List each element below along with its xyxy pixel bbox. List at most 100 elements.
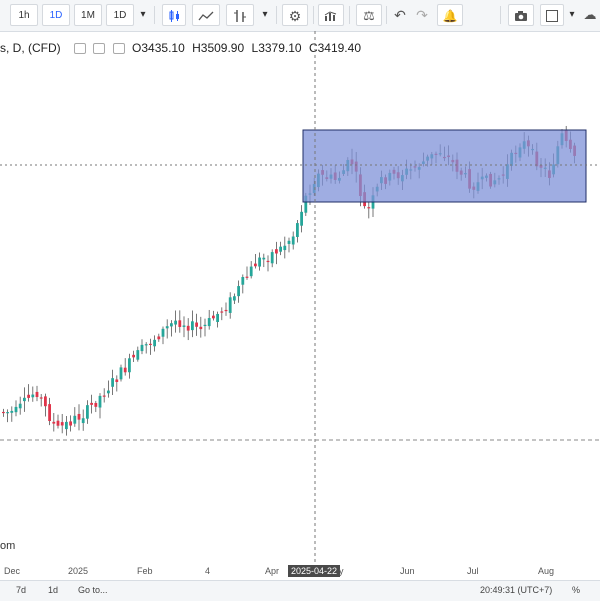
- candle-body: [2, 411, 5, 414]
- candle-body: [564, 130, 568, 142]
- candle-body: [514, 152, 518, 155]
- candle-body: [543, 167, 547, 169]
- top-toolbar: 1h 1D 1M 1D ▾ ▾ ⚙ ⚖ ↶ ↷ 🔔 ▾ ☁: [0, 0, 600, 32]
- candle-body: [107, 390, 110, 394]
- chevron-down-icon[interactable]: ▾: [566, 4, 578, 26]
- range-1d-button[interactable]: 1d: [48, 585, 58, 595]
- candle-body: [447, 155, 450, 158]
- candle-body: [476, 182, 480, 191]
- toolbar-separator: [500, 6, 501, 24]
- watermark: om: [0, 540, 16, 552]
- candle-body: [493, 180, 497, 185]
- interval-1h-button[interactable]: 1h: [10, 4, 38, 26]
- candle-body: [270, 252, 274, 264]
- candle-body: [77, 413, 81, 420]
- x-tick-aug: Aug: [538, 566, 555, 576]
- candle-body: [312, 183, 316, 194]
- candle-body: [191, 321, 194, 331]
- compare-icon[interactable]: [226, 4, 254, 26]
- candle-body: [573, 145, 576, 156]
- candle-body: [39, 397, 43, 399]
- candle-body: [296, 223, 299, 237]
- bottom-bar: 7d 1d Go to... 20:49:31 (UTC+7) %: [0, 580, 600, 601]
- candle-body: [531, 148, 534, 151]
- candle-body: [207, 318, 211, 327]
- candle-body: [44, 396, 47, 407]
- candle-body: [228, 297, 232, 313]
- candle-body: [434, 153, 438, 155]
- candle-body: [556, 146, 560, 165]
- percent-toggle[interactable]: %: [572, 585, 580, 595]
- candle-body: [266, 260, 270, 263]
- settings-icon[interactable]: [93, 43, 106, 55]
- candle-body: [199, 326, 203, 330]
- candle-body: [144, 344, 148, 346]
- ohlc-high: H3509.90: [192, 41, 245, 55]
- candle-body: [161, 328, 165, 337]
- candle-body: [27, 394, 30, 398]
- interval-1m-button[interactable]: 1M: [74, 4, 102, 26]
- x-crosshair-label: 2025-04-22: [288, 565, 341, 577]
- candle-body: [472, 186, 476, 190]
- candle-body: [375, 186, 379, 192]
- candle-body: [510, 152, 513, 166]
- eye-icon[interactable]: [74, 43, 86, 55]
- range-7d-button[interactable]: 7d: [16, 585, 26, 595]
- candle-body: [123, 367, 127, 373]
- candle-body: [363, 192, 366, 207]
- candle-body: [195, 322, 198, 327]
- price-chart[interactable]: [0, 0, 600, 600]
- chevron-down-icon[interactable]: ▾: [258, 4, 272, 26]
- close-icon[interactable]: [112, 43, 125, 55]
- x-tick-jul: Jul: [467, 566, 479, 576]
- clock-time[interactable]: 20:49:31 (UTC+7): [480, 585, 552, 595]
- chevron-down-icon[interactable]: ▾: [136, 4, 150, 26]
- candle-body: [506, 164, 509, 179]
- candle-body: [392, 169, 396, 174]
- indicator-icon[interactable]: [192, 4, 220, 26]
- settings-gear-icon[interactable]: ⚙: [282, 4, 308, 26]
- candles-icon[interactable]: [162, 4, 186, 26]
- candle-body: [451, 159, 455, 163]
- x-tick-2025: 2025: [68, 566, 89, 576]
- alert-add-icon[interactable]: 🔔: [437, 4, 463, 26]
- candle-body: [262, 257, 266, 260]
- scale-icon[interactable]: ⚖: [356, 4, 382, 26]
- candle-body: [182, 325, 186, 327]
- candle-body: [170, 323, 173, 327]
- undo-icon[interactable]: ↶: [390, 4, 410, 26]
- candle-body: [489, 173, 492, 187]
- candle-body: [468, 169, 471, 189]
- candle-body: [380, 177, 383, 184]
- candle-body: [249, 266, 253, 277]
- cloud-icon[interactable]: ☁: [580, 4, 600, 26]
- ohlc-close: C3419.40: [308, 41, 361, 55]
- candle-body: [287, 240, 291, 244]
- candle-body: [48, 404, 51, 422]
- redo-icon[interactable]: ↷: [412, 4, 432, 26]
- interval-1d-alt-button[interactable]: 1D: [106, 4, 134, 26]
- candle-body: [81, 418, 85, 424]
- candle-body: [132, 354, 135, 358]
- goto-button[interactable]: Go to...: [78, 585, 108, 595]
- x-tick-apr: Apr: [265, 566, 280, 576]
- bars-icon[interactable]: [318, 4, 344, 26]
- candle-body: [18, 403, 22, 409]
- candle-body: [119, 367, 123, 380]
- candle-body: [405, 168, 408, 175]
- candle-body: [304, 195, 308, 213]
- candle-body: [60, 422, 64, 426]
- candle-body: [140, 344, 144, 352]
- x-tick-feb: Feb: [137, 566, 153, 576]
- candle-body: [333, 172, 337, 180]
- candle-body: [73, 415, 77, 424]
- candle-body: [443, 156, 446, 159]
- candle-body: [136, 350, 140, 360]
- camera-icon[interactable]: [508, 4, 534, 26]
- candle-body: [212, 315, 215, 319]
- candle-body: [23, 397, 26, 402]
- candle-body: [317, 173, 320, 188]
- interval-1d-button[interactable]: 1D: [42, 4, 70, 26]
- symbol-title[interactable]: s, D, (CFD): [0, 41, 61, 55]
- square-icon[interactable]: [540, 4, 564, 26]
